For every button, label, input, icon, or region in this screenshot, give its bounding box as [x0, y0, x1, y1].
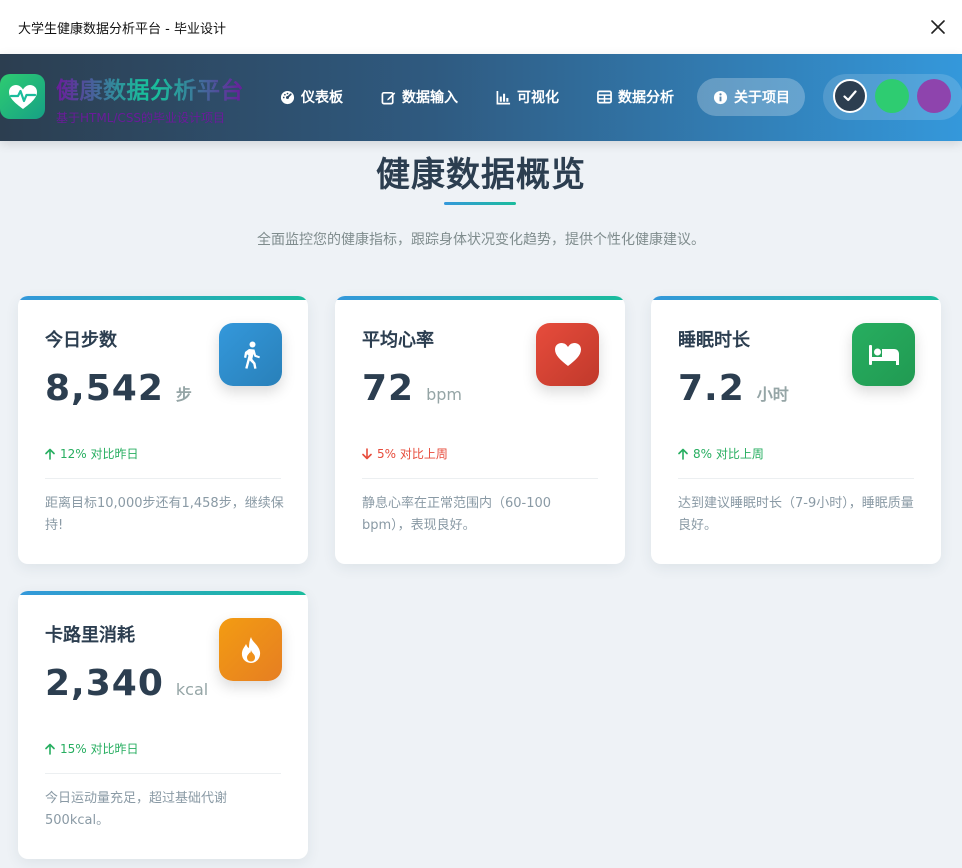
bed-icon: [852, 323, 915, 386]
card-value-row: 72 bpm: [362, 368, 462, 409]
nav-item-label: 可视化: [517, 90, 559, 106]
card-note: 距离目标10,000步还有1,458步，继续保持!: [45, 496, 284, 533]
card-divider: [678, 478, 914, 479]
card-value: 2,340: [45, 663, 164, 704]
window-title: 大学生健康数据分析平台 - 毕业设计: [18, 21, 226, 37]
card-title: 平均心率: [362, 330, 434, 351]
card-trend: 8% 对比上周: [678, 445, 764, 462]
card-trend: 5% 对比上周: [362, 445, 448, 462]
card-unit: 小时: [756, 385, 789, 404]
walking-icon: [219, 323, 282, 386]
arrow-up-icon: [45, 448, 55, 460]
card-value: 72: [362, 368, 415, 409]
card-title: 睡眠时长: [678, 330, 750, 351]
card-value-row: 7.2 小时: [678, 368, 789, 409]
card-value: 8,542: [45, 368, 164, 409]
card-unit: kcal: [175, 680, 209, 699]
card-note: 达到建议睡眠时长（7-9小时），睡眠质量良好。: [678, 496, 914, 533]
nav-item-dashboard[interactable]: 仪表板: [280, 78, 343, 116]
arrow-down-icon: [362, 447, 372, 459]
nav-item-visualization[interactable]: 可视化: [496, 78, 559, 116]
card-note: 静息心率在正常范围内（60-100 bpm），表现良好。: [362, 496, 552, 533]
table-icon: [597, 90, 612, 104]
card-trend: 15% 对比昨日: [45, 740, 139, 757]
check-icon: [843, 90, 857, 102]
card-trend-text: 15% 对比昨日: [60, 742, 139, 756]
edit-icon: [381, 91, 396, 104]
brand-subtitle: 基于HTML/CSS的毕业设计项目: [56, 111, 226, 125]
card-trend-text: 12% 对比昨日: [60, 447, 139, 461]
close-icon[interactable]: [926, 15, 950, 39]
arrow-up-icon: [45, 743, 55, 755]
fire-icon: [219, 618, 282, 681]
card-unit: 步: [175, 385, 192, 404]
card-trend-text: 8% 对比上周: [693, 447, 764, 461]
theme-switcher: [823, 74, 962, 120]
stat-card-heart-rate: 平均心率 72 bpm 5% 对比上周 静息心率在正常范围内（60-100 bp…: [335, 296, 625, 564]
card-note: 今日运动量充足，超过基础代谢500kcal。: [45, 791, 228, 828]
theme-green[interactable]: [875, 79, 909, 113]
heartbeat-logo-icon: [0, 74, 45, 119]
nav-item-analysis[interactable]: 数据分析: [597, 78, 674, 116]
info-icon: [713, 90, 728, 104]
card-trend: 12% 对比昨日: [45, 445, 139, 462]
card-trend-text: 5% 对比上周: [377, 447, 448, 461]
title-underline: [444, 202, 516, 205]
nav-item-label: 数据输入: [402, 90, 458, 106]
card-value-row: 2,340 kcal: [45, 663, 208, 704]
nav-item-label: 仪表板: [301, 90, 343, 106]
navbar: 健康数据分析平台 基于HTML/CSS的毕业设计项目 仪表板 数据输入 可视化 …: [0, 54, 962, 141]
gauge-icon: [280, 90, 295, 104]
stat-card-calories: 卡路里消耗 2,340 kcal 15% 对比昨日 今日运动量充足，超过基础代谢…: [18, 591, 308, 859]
brand-title: 健康数据分析平台: [56, 71, 244, 105]
heart-icon: [536, 323, 599, 386]
nav-item-label: 数据分析: [618, 90, 674, 106]
card-value-row: 8,542 步: [45, 368, 192, 409]
card-value: 7.2: [678, 368, 745, 409]
card-divider: [45, 478, 281, 479]
nav-item-about[interactable]: 关于项目: [697, 78, 805, 116]
window-titlebar: 大学生健康数据分析平台 - 毕业设计: [0, 0, 962, 54]
stat-card-sleep: 睡眠时长 7.2 小时 8% 对比上周 达到建议睡眠时长（7-9小时），睡眠质量…: [651, 296, 941, 564]
page-description: 全面监控您的健康指标，跟踪身体状况变化趋势，提供个性化健康建议。: [257, 232, 705, 248]
card-divider: [45, 773, 281, 774]
nav-item-label: 关于项目: [734, 90, 790, 106]
arrow-up-icon: [678, 448, 688, 460]
theme-dark-blue[interactable]: [833, 79, 867, 113]
bar-chart-icon: [496, 90, 511, 104]
stat-card-steps: 今日步数 8,542 步 12% 对比昨日 距离目标10,000步还有1,458…: [18, 296, 308, 564]
card-unit: bpm: [426, 385, 463, 404]
page-title: 健康数据概览: [376, 155, 586, 195]
card-title: 卡路里消耗: [45, 625, 135, 646]
theme-purple[interactable]: [917, 79, 951, 113]
nav-item-data-input[interactable]: 数据输入: [381, 78, 458, 116]
card-divider: [362, 478, 598, 479]
card-title: 今日步数: [45, 330, 117, 351]
